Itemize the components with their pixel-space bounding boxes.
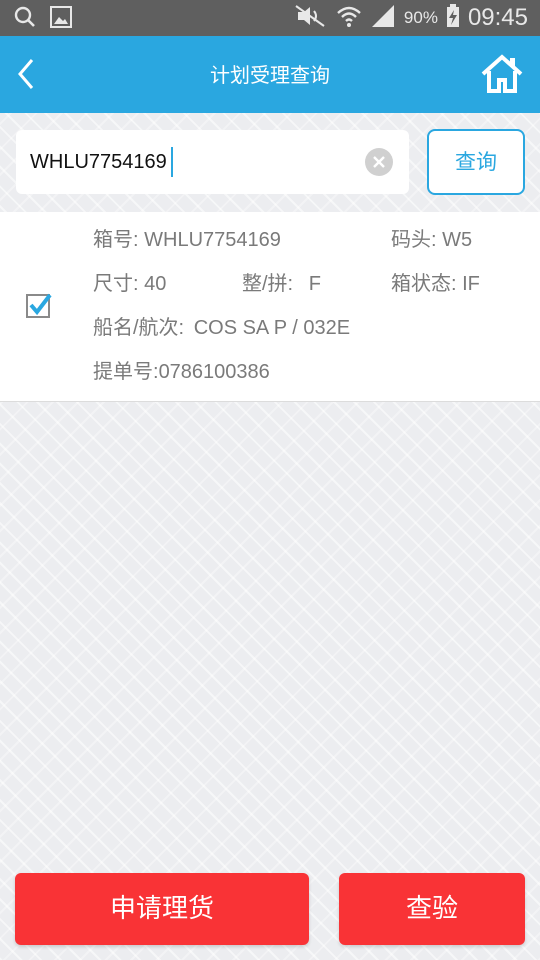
box-number-value: WHLU7754169 xyxy=(144,229,281,251)
fcl-field: 整/拼: F xyxy=(242,270,321,298)
mute-icon xyxy=(294,4,328,32)
image-icon xyxy=(50,6,72,32)
page-title: 计划受理查询 xyxy=(210,63,330,87)
box-status-value: IF xyxy=(462,273,480,295)
vessel-value: COS SA P / 032E xyxy=(193,317,351,339)
result-checkbox[interactable] xyxy=(26,292,52,318)
battery-percent: 90% xyxy=(403,8,438,27)
result-card[interactable]: 箱号: WHLU7754169 码头: W5 尺寸: 40 整/拼: F 箱状态… xyxy=(0,212,540,402)
apply-tally-button[interactable]: 申请理货 xyxy=(15,873,309,945)
home-icon xyxy=(481,54,523,93)
wifi-icon xyxy=(336,4,362,32)
bill-of-lading-label: 提单号: xyxy=(93,361,159,383)
fcl-value: F xyxy=(308,273,321,295)
size-field: 尺寸: 40 xyxy=(93,270,166,298)
clock: 09:45 xyxy=(467,4,528,31)
checkbox-checked-icon xyxy=(26,293,52,318)
size-value: 40 xyxy=(144,273,167,295)
box-number-input[interactable] xyxy=(30,144,350,180)
status-bar: 90% 09:45 xyxy=(0,0,540,36)
home-button[interactable] xyxy=(480,52,524,96)
clear-icon xyxy=(373,156,385,168)
box-status-label: 箱状态: xyxy=(391,273,457,295)
search-box xyxy=(16,130,409,194)
clear-button[interactable] xyxy=(365,148,393,176)
battery-icon xyxy=(446,4,460,32)
signal-icon xyxy=(370,4,396,32)
bill-of-lading-field: 提单号:0786100386 xyxy=(93,358,270,386)
terminal-label: 码头: xyxy=(391,229,437,251)
size-label: 尺寸: xyxy=(93,273,139,295)
box-number-label: 箱号: xyxy=(93,229,139,251)
terminal-field: 码头: W5 xyxy=(391,226,472,254)
box-status-field: 箱状态: IF xyxy=(391,270,480,298)
inspect-button[interactable]: 查验 xyxy=(339,873,525,945)
vessel-label: 船名/航次: xyxy=(93,317,185,339)
terminal-value: W5 xyxy=(442,229,473,251)
fcl-label: 整/拼: xyxy=(242,273,294,295)
search-icon xyxy=(14,6,36,32)
vessel-field: 船名/航次: COS SA P / 032E xyxy=(93,314,350,342)
query-button[interactable]: 查询 xyxy=(427,129,525,195)
text-caret xyxy=(171,147,173,177)
bill-of-lading-value: 0786100386 xyxy=(158,361,270,383)
box-number-field: 箱号: WHLU7754169 xyxy=(93,226,281,254)
app-header: 计划受理查询 xyxy=(0,36,540,113)
